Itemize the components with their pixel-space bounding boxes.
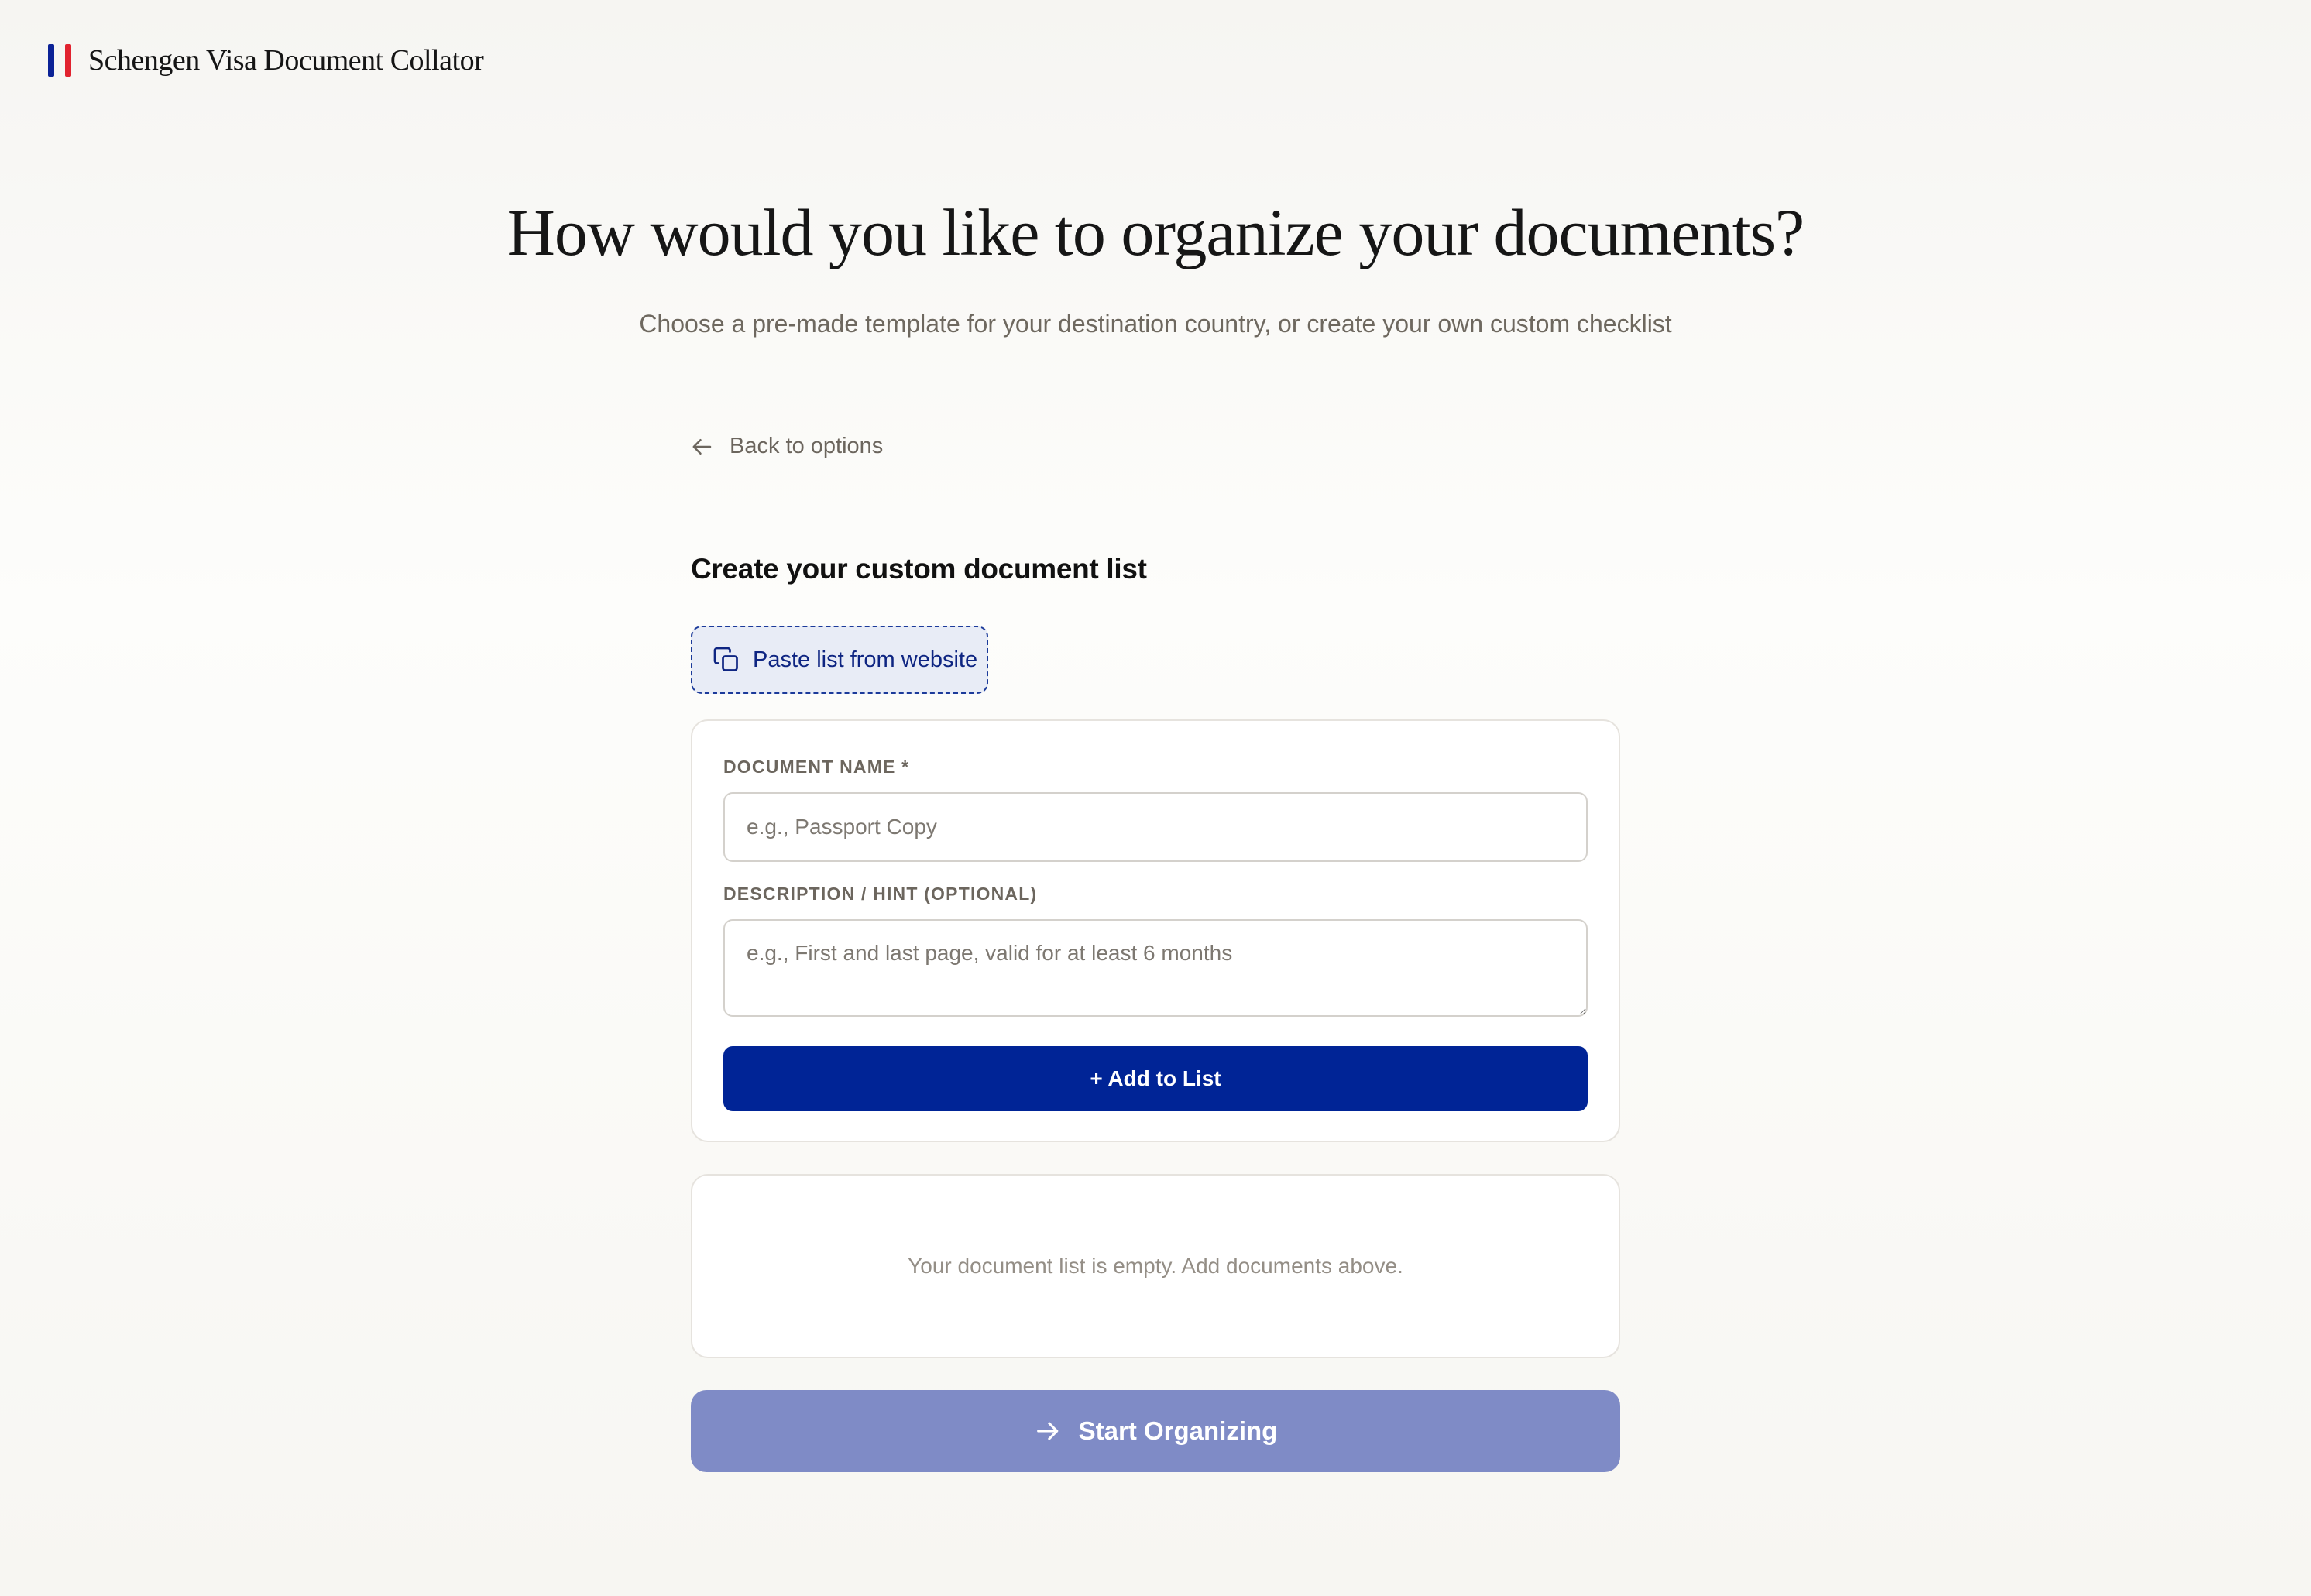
- add-to-list-button[interactable]: + Add to List: [723, 1046, 1588, 1111]
- page-title: How would you like to organize your docu…: [506, 195, 1805, 269]
- flag-red-stripe: [65, 44, 71, 77]
- page-subtitle: Choose a pre-made template for your dest…: [639, 310, 1672, 338]
- arrow-right-icon: [1036, 1422, 1058, 1440]
- france-flag-icon: [48, 44, 71, 77]
- copy-icon: [713, 647, 738, 671]
- description-textarea[interactable]: [723, 919, 1588, 1017]
- empty-list-message: Your document list is empty. Add documen…: [908, 1254, 1403, 1278]
- arrow-left-icon: [692, 438, 712, 455]
- description-label: DESCRIPTION / HINT (OPTIONAL): [723, 884, 1038, 904]
- document-name-input[interactable]: [723, 792, 1588, 862]
- paste-button-label: Paste list from website: [753, 647, 978, 672]
- start-organizing-button[interactable]: Start Organizing: [691, 1390, 1620, 1472]
- app-title: Schengen Visa Document Collator: [88, 44, 484, 77]
- paste-list-button[interactable]: Paste list from website: [691, 626, 988, 694]
- document-name-label: DOCUMENT NAME *: [723, 757, 910, 777]
- app-header: Schengen Visa Document Collator: [48, 43, 484, 77]
- document-list: Your document list is empty. Add documen…: [691, 1174, 1620, 1358]
- add-document-form: DOCUMENT NAME * DESCRIPTION / HINT (OPTI…: [691, 719, 1620, 1142]
- back-to-options-link[interactable]: Back to options: [691, 434, 883, 459]
- section-title: Create your custom document list: [691, 553, 1147, 585]
- flag-blue-stripe: [48, 44, 54, 77]
- back-link-label: Back to options: [730, 434, 884, 458]
- start-button-label: Start Organizing: [1078, 1416, 1278, 1445]
